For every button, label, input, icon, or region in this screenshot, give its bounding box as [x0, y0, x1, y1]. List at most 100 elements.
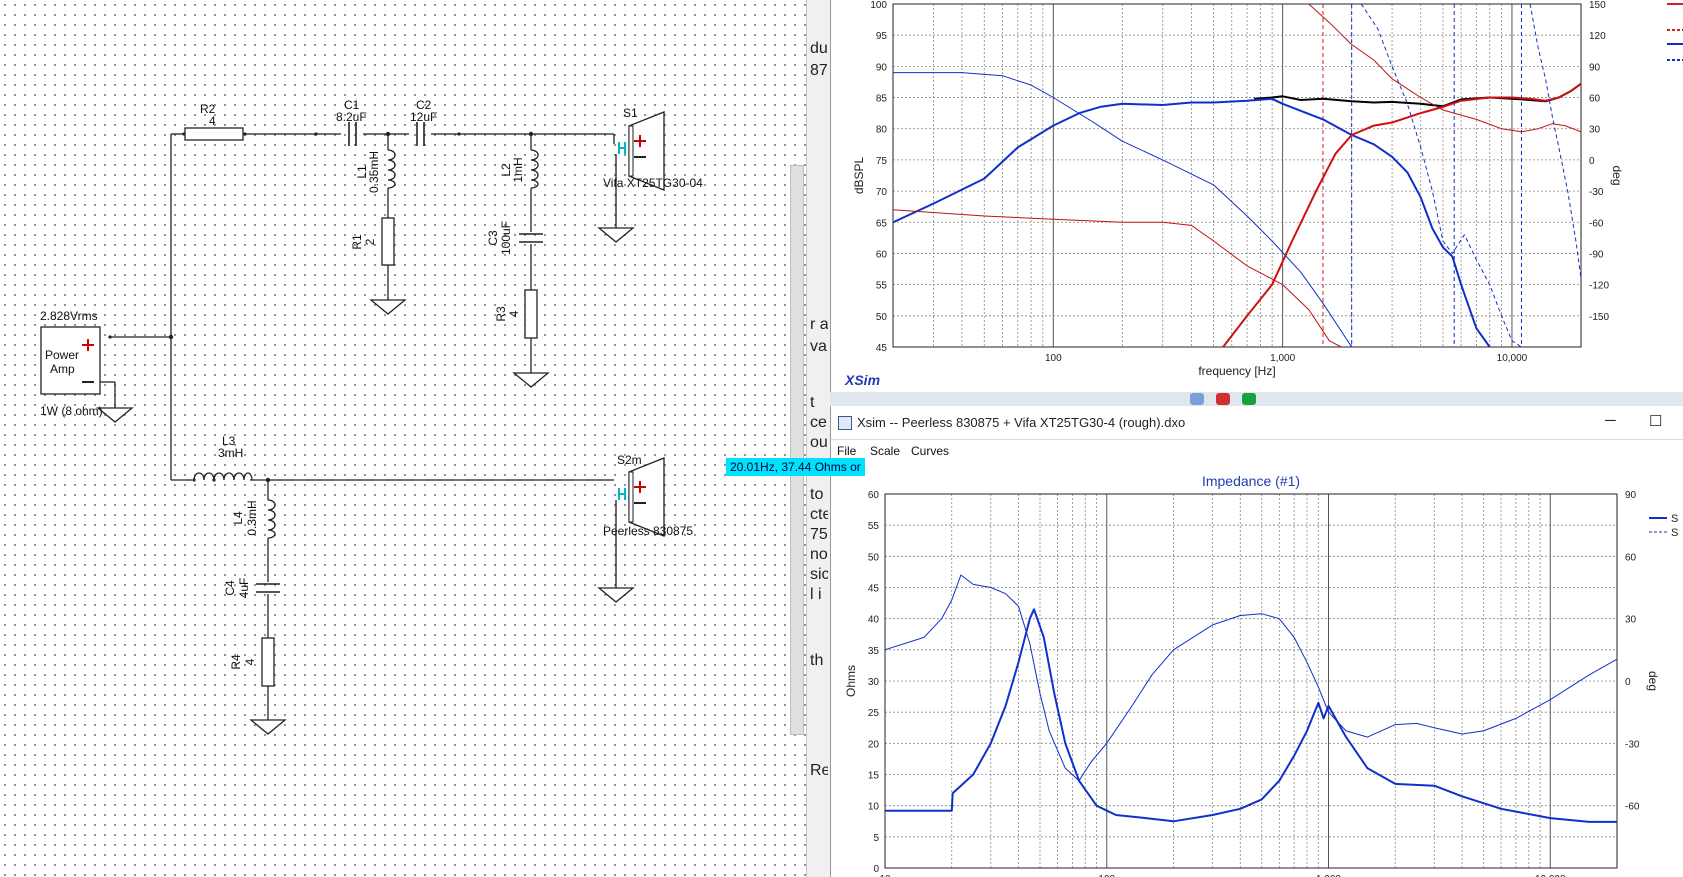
y2-tick-label: 120	[1589, 31, 1606, 42]
background-fragment: va	[810, 338, 827, 355]
r4-resistor[interactable]	[261, 637, 275, 687]
window-title: Xsim -- Peerless 830875 + Vifa XT25TG30-…	[857, 415, 1186, 430]
y-tick-label: 45	[868, 584, 880, 595]
x-tick-label: 10,000	[1497, 353, 1528, 364]
y2-tick-label: 0	[1589, 156, 1595, 167]
window-gap	[830, 392, 1683, 406]
y2-tick-label: 150	[1589, 0, 1606, 11]
y-tick-label: 55	[876, 281, 888, 292]
c4-value: 4uF	[237, 578, 251, 599]
series-line	[885, 574, 1617, 782]
impedance-chart[interactable]: 6055504540353025201510509060300-30-60101…	[831, 462, 1683, 877]
series-group	[893, 4, 1581, 347]
r2-resistor[interactable]	[184, 127, 244, 141]
l3-inductor[interactable]	[193, 472, 253, 481]
s1-model: Vifa XT25TG30-04	[603, 176, 703, 190]
minimize-button[interactable]: ─	[1605, 412, 1616, 429]
background-fragment: to	[810, 486, 824, 503]
l2-inductor[interactable]	[530, 149, 539, 189]
y2-tick-label: -60	[1589, 218, 1604, 229]
menu-bar: File Scale Curves	[831, 440, 1683, 462]
r1-resistor[interactable]	[381, 217, 395, 266]
impedance-window: Xsim -- Peerless 830875 + Vifa XT25TG30-…	[830, 406, 1683, 877]
maximize-button[interactable]: ☐	[1649, 412, 1662, 430]
ground-amp	[96, 407, 134, 423]
r4-value: 4	[243, 658, 257, 665]
menu-curves[interactable]: Curves	[911, 444, 949, 458]
y-axis-label: Ohms	[844, 665, 858, 697]
y-tick-label: 10	[868, 802, 880, 813]
y-tick-label: 65	[876, 218, 888, 229]
series-line	[885, 608, 1617, 823]
c3-value: 100uF	[499, 221, 513, 255]
background-fragment: ce	[810, 414, 827, 431]
y-tick-label: 90	[876, 62, 888, 73]
l4-name: L4	[231, 511, 245, 525]
ground-r4	[249, 719, 287, 735]
series-group	[885, 574, 1617, 823]
schematic-canvas[interactable]: R2 4 C1 8.2uF C2 12uF S1 Vifa XT25TG30-0…	[0, 0, 810, 877]
y-tick-label: 60	[868, 490, 880, 501]
c2-capacitor[interactable]	[416, 122, 425, 146]
y-axis-label: dBSPL	[852, 156, 866, 194]
r3-name: R3	[494, 306, 508, 322]
legend-label: S	[1671, 527, 1678, 539]
x-axis-label: frequency [Hz]	[1198, 364, 1275, 378]
background-fragment: sic	[810, 566, 828, 583]
taskbar-icon-red[interactable]	[1216, 393, 1230, 405]
background-fragment: du	[810, 40, 828, 57]
y2-tick-label: -120	[1589, 281, 1609, 292]
y-tick-label: 15	[868, 771, 880, 782]
y2-tick-label: -150	[1589, 312, 1609, 323]
background-fragment: 75	[810, 526, 828, 543]
y-tick-label: 80	[876, 125, 888, 136]
background-fragment: r a	[810, 316, 828, 333]
y-tick-label: 70	[876, 187, 888, 198]
x-tick-label: 1,000	[1270, 353, 1295, 364]
c1-capacitor[interactable]	[348, 122, 357, 146]
y2-tick-label: -60	[1625, 802, 1640, 813]
y-tick-label: 55	[868, 521, 880, 532]
l4-inductor[interactable]	[267, 499, 276, 539]
taskbar-icon-blue[interactable]	[1190, 393, 1204, 405]
y-tick-label: 35	[868, 646, 880, 657]
spl-chart[interactable]: 100 95 90 85 80 75 70 65 60 55 50 45 150 120 90 60 30 0 -3…	[831, 0, 1683, 392]
screen: R2 4 C1 8.2uF C2 12uF S1 Vifa XT25TG30-0…	[0, 0, 1683, 877]
y-tick-label: 5	[873, 833, 879, 844]
impedance-titlebar[interactable]: Xsim -- Peerless 830875 + Vifa XT25TG30-…	[831, 406, 1683, 440]
grid	[884, 493, 1618, 869]
y2-tick-label: 0	[1625, 677, 1631, 688]
r1-name: R1	[350, 234, 364, 250]
c3-capacitor[interactable]	[519, 233, 543, 243]
plot-frame	[892, 3, 1582, 348]
amp-line2: Amp	[50, 362, 75, 376]
r3-resistor[interactable]	[524, 289, 538, 339]
y-tick-label: 45	[876, 343, 888, 354]
l1-inductor[interactable]	[387, 149, 396, 189]
menu-file[interactable]: File	[837, 444, 856, 458]
schematic-scrollbar[interactable]	[790, 165, 804, 735]
y2-axis-label: deg	[1646, 671, 1660, 691]
series-line	[1529, 4, 1581, 279]
y-tick-label: 50	[868, 552, 880, 563]
spl-window: 100 95 90 85 80 75 70 65 60 55 50 45 150 120 90 60 30 0 -3…	[830, 0, 1683, 400]
background-fragment: cte	[810, 506, 828, 523]
legend-label: S	[1671, 513, 1678, 525]
menu-scale[interactable]: Scale	[870, 444, 900, 458]
y-tick-label: 95	[876, 31, 888, 42]
cursor-readout: 20.01Hz, 37.44 Ohms or	[726, 458, 865, 476]
c4-name: C4	[223, 580, 237, 596]
y2-tick-label: -90	[1589, 249, 1604, 260]
x-tick-label: 100	[1045, 353, 1062, 364]
y-tick-label: 75	[876, 156, 888, 167]
app-icon	[838, 416, 852, 430]
y-tick-label: 30	[868, 677, 880, 688]
l4-value: 0.3mH	[245, 500, 259, 535]
taskbar-icon-green[interactable]	[1242, 393, 1256, 405]
c4-capacitor[interactable]	[256, 583, 280, 593]
background-fragment: l i	[810, 586, 822, 603]
amp-power: 1W (8 ohm)	[40, 404, 103, 418]
l3-value: 3mH	[218, 446, 243, 460]
y2-tick-label: 60	[1589, 94, 1601, 105]
y2-tick-label: -30	[1589, 187, 1604, 198]
